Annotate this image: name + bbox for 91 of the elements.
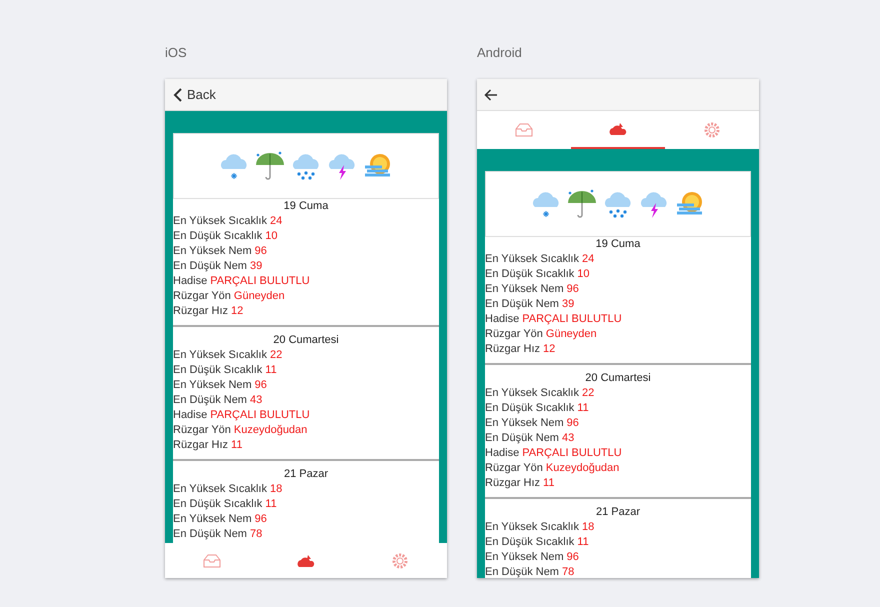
day-title: 20 Cumartesi (272, 333, 340, 348)
row-label: Rüzgar Yön (485, 462, 543, 474)
row-label: En Düşük Sıcaklık (173, 364, 262, 376)
row-value: 39 (562, 298, 574, 310)
row-label: En Yüksek Nem (173, 245, 252, 257)
row-label: En Düşük Nem (485, 432, 559, 444)
back-arrow-icon[interactable] (484, 88, 498, 100)
row-label: En Yüksek Sıcaklık (173, 215, 267, 227)
row-label: En Yüksek Nem (173, 379, 252, 391)
row-value: 12 (543, 343, 556, 355)
day-title: 21 Pazar (594, 505, 642, 520)
chevron-left-icon (173, 88, 182, 102)
row-value: 78 (250, 528, 262, 540)
row-label: En Yüksek Nem (485, 551, 564, 563)
row-value: 39 (250, 260, 262, 272)
row-value: Güneyden (234, 290, 285, 302)
row-value: 11 (577, 402, 589, 414)
back-button[interactable]: Back (171, 85, 218, 104)
row-label: En Düşük Sıcaklık (173, 230, 262, 242)
row-label: En Yüksek Sıcaklık (485, 521, 579, 533)
row-label: En Düşük Nem (485, 298, 559, 310)
row-value: 11 (543, 477, 554, 489)
row-value: PARÇALI BULUTLU (210, 409, 310, 421)
row-label: Hadise (485, 447, 520, 459)
row-value: PARÇALI BULUTLU (522, 447, 622, 459)
row-value: 96 (254, 379, 267, 391)
row-value: 18 (582, 521, 594, 533)
row-label: En Yüksek Nem (485, 417, 564, 429)
umbrella-icon (254, 151, 286, 181)
row-value: 78 (562, 566, 574, 578)
cloud-icon (608, 122, 628, 136)
row-label: En Düşük Nem (173, 260, 247, 272)
row-value: Kuzeydoğudan (234, 424, 308, 436)
day-title: 19 Cuma (282, 199, 330, 214)
row-value: Güneyden (546, 328, 597, 340)
row-value: 18 (270, 483, 282, 495)
row-value: 22 (582, 387, 594, 399)
row-value: PARÇALI BULUTLU (210, 275, 310, 287)
row-value: 96 (566, 417, 579, 429)
row-label: En Düşük Sıcaklık (485, 402, 574, 414)
row-label: En Yüksek Nem (485, 283, 564, 295)
row-value: 43 (562, 432, 574, 444)
row-label: En Yüksek Sıcaklık (173, 483, 267, 495)
row-value: Kuzeydoğudan (546, 462, 620, 474)
row-value: 11 (265, 498, 277, 510)
row-value: 22 (270, 349, 282, 361)
tray-icon (203, 554, 221, 568)
row-value: 10 (265, 230, 278, 242)
day-title: 20 Cumartesi (584, 371, 652, 386)
row-label: En Yüksek Nem (173, 513, 252, 525)
row-label: Rüzgar Yön (173, 290, 231, 302)
row-label: En Düşük Sıcaklık (485, 536, 574, 548)
row-label: En Yüksek Sıcaklık (485, 253, 579, 265)
row-label: En Düşük Sıcaklık (173, 498, 262, 510)
row-label: Rüzgar Hız (485, 343, 540, 355)
row-label: En Düşük Nem (173, 528, 247, 540)
row-label: En Düşük Nem (173, 394, 247, 406)
row-value: 24 (582, 253, 594, 265)
row-value: 10 (577, 268, 590, 280)
row-value: 43 (250, 394, 262, 406)
row-value: 11 (265, 364, 277, 376)
row-label: Rüzgar Hız (173, 305, 228, 317)
row-value: 96 (254, 513, 267, 525)
row-value: 96 (254, 245, 267, 257)
umbrella-icon (566, 189, 598, 219)
row-value: 11 (577, 536, 589, 548)
row-label: Rüzgar Yön (485, 328, 543, 340)
day-title: 21 Pazar (282, 467, 330, 482)
row-label: Hadise (173, 275, 208, 287)
row-label: En Düşük Sıcaklık (485, 268, 574, 280)
row-value: PARÇALI BULUTLU (522, 313, 622, 325)
tray-icon (515, 123, 533, 137)
cloud-icon (296, 554, 316, 568)
row-label: En Yüksek Sıcaklık (173, 349, 267, 361)
row-value: 24 (270, 215, 282, 227)
row-value: 96 (566, 283, 579, 295)
row-value: 11 (231, 439, 242, 451)
row-label: Hadise (485, 313, 520, 325)
row-value: 12 (231, 305, 244, 317)
row-label: Rüzgar Yön (173, 424, 231, 436)
row-label: Rüzgar Hız (173, 439, 228, 451)
day-title: 19 Cuma (594, 237, 642, 252)
row-label: En Yüksek Sıcaklık (485, 387, 579, 399)
row-label: En Düşük Nem (485, 566, 559, 578)
platform-label: Android (477, 45, 523, 62)
settings-icon (391, 552, 409, 570)
row-value: 96 (566, 551, 579, 563)
row-label: Hadise (173, 409, 208, 421)
platform-label: iOS (165, 45, 188, 62)
settings-icon (703, 121, 721, 139)
row-label: Rüzgar Hız (485, 477, 540, 489)
